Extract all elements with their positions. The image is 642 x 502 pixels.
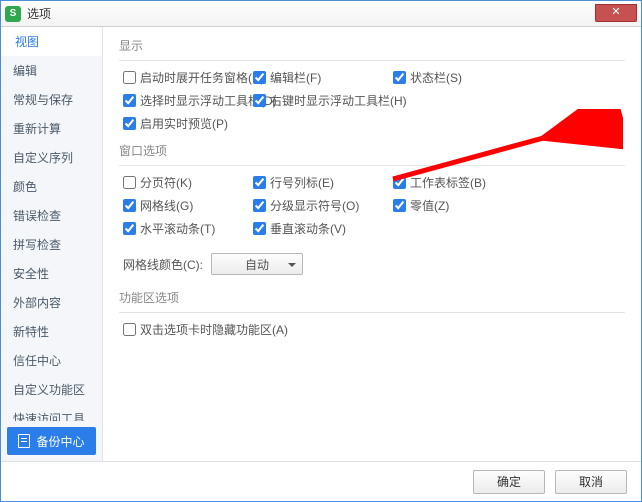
option-row_col_header[interactable]: 行号列标(E) xyxy=(253,174,393,191)
option-label: 水平滚动条(T) xyxy=(140,220,215,237)
option-label: 启动时展开任务窗格(U) xyxy=(140,69,265,86)
option-label: 行号列标(E) xyxy=(270,174,334,191)
checkbox-zero_values[interactable] xyxy=(393,199,406,212)
option-label: 分页符(K) xyxy=(140,174,192,191)
option-h_scroll[interactable]: 水平滚动条(T) xyxy=(123,220,253,237)
window-title: 选项 xyxy=(27,5,51,22)
option-label: 右键时显示浮动工具栏(H) xyxy=(270,92,407,109)
content-pane: 显示 启动时展开任务窗格(U) 编辑栏(F) 状态栏(S) 选择时显示浮动工具栏(D)… xyxy=(103,27,641,461)
section-title-window: 窗口选项 xyxy=(119,142,625,159)
option-page_break[interactable]: 分页符(K) xyxy=(123,174,253,191)
divider xyxy=(119,165,625,166)
checkbox-edit_bar[interactable] xyxy=(253,71,266,84)
option-gridlines[interactable]: 网格线(G) xyxy=(123,197,253,214)
document-icon xyxy=(18,434,30,448)
checkbox-rclick_float_toolbar[interactable] xyxy=(253,94,266,107)
window-options-grid: 分页符(K) 行号列标(E) 工作表标签(B) 网格线(G) 分级显示符号(O) 零值(Z… xyxy=(123,174,625,237)
option-sheet_tabs[interactable]: 工作表标签(B) xyxy=(393,174,543,191)
sidebar-item-3[interactable]: 重新计算 xyxy=(1,114,102,143)
dialog-footer: 确定 取消 xyxy=(1,461,641,501)
close-icon: ✕ xyxy=(611,7,620,18)
ribbon-options-grid: 双击选项卡时隐藏功能区(A) xyxy=(123,321,625,338)
sidebar-item-10[interactable]: 新特性 xyxy=(1,317,102,346)
display-options-grid: 启动时展开任务窗格(U)编辑栏(F)状态栏(S)选择时显示浮动工具栏(D)右键时… xyxy=(123,69,625,132)
backup-center-button[interactable]: 备份中心 xyxy=(7,427,96,455)
option-label: 零值(Z) xyxy=(410,197,449,214)
sidebar-item-5[interactable]: 颜色 xyxy=(1,172,102,201)
close-button[interactable]: ✕ xyxy=(595,4,637,22)
checkbox-sel_float_toolbar[interactable] xyxy=(123,94,136,107)
sidebar-item-7[interactable]: 拼写检查 xyxy=(1,230,102,259)
checkbox-outline_symbols[interactable] xyxy=(253,199,266,212)
checkbox-h_scroll[interactable] xyxy=(123,222,136,235)
option-status_bar[interactable]: 状态栏(S) xyxy=(393,69,543,86)
section-title-display: 显示 xyxy=(119,37,625,54)
backup-center-label: 备份中心 xyxy=(36,433,84,450)
option-label: 状态栏(S) xyxy=(410,69,462,86)
sidebar-item-11[interactable]: 信任中心 xyxy=(1,346,102,375)
checkbox-startup_taskpane[interactable] xyxy=(123,71,136,84)
ok-button[interactable]: 确定 xyxy=(473,470,545,494)
sidebar-item-9[interactable]: 外部内容 xyxy=(1,288,102,317)
option-label: 编辑栏(F) xyxy=(270,69,321,86)
option-label: 启用实时预览(P) xyxy=(140,115,228,132)
option-label: 分级显示符号(O) xyxy=(270,197,359,214)
divider xyxy=(119,312,625,313)
option-label: 网格线(G) xyxy=(140,197,193,214)
option-startup_taskpane[interactable]: 启动时展开任务窗格(U) xyxy=(123,69,253,86)
options-dialog: S 选项 ✕ 视图编辑常规与保存重新计算自定义序列颜色错误检查拼写检查安全性外部… xyxy=(0,0,642,502)
section-title-ribbon: 功能区选项 xyxy=(119,289,625,306)
sidebar-item-0[interactable]: 视图 xyxy=(1,27,102,56)
option-sel_float_toolbar[interactable]: 选择时显示浮动工具栏(D) xyxy=(123,92,253,109)
option-zero_values[interactable]: 零值(Z) xyxy=(393,197,543,214)
sidebar-item-8[interactable]: 安全性 xyxy=(1,259,102,288)
gridline-color-combo[interactable]: 自动 xyxy=(211,253,303,275)
option-label: 垂直滚动条(V) xyxy=(270,220,346,237)
sidebar: 视图编辑常规与保存重新计算自定义序列颜色错误检查拼写检查安全性外部内容新特性信任… xyxy=(1,27,103,461)
sidebar-item-13[interactable]: 快速访问工具栏 xyxy=(1,404,102,421)
cancel-button[interactable]: 取消 xyxy=(555,470,627,494)
titlebar: S 选项 ✕ xyxy=(1,1,641,27)
checkbox-realtime_preview[interactable] xyxy=(123,117,136,130)
checkbox-gridlines[interactable] xyxy=(123,199,136,212)
sidebar-item-1[interactable]: 编辑 xyxy=(1,56,102,85)
option-outline_symbols[interactable]: 分级显示符号(O) xyxy=(253,197,393,214)
option-label: 工作表标签(B) xyxy=(410,174,486,191)
sidebar-item-6[interactable]: 错误检查 xyxy=(1,201,102,230)
option-label: 双击选项卡时隐藏功能区(A) xyxy=(140,321,288,338)
sidebar-item-2[interactable]: 常规与保存 xyxy=(1,85,102,114)
gridline-color-label: 网格线颜色(C): xyxy=(123,256,203,273)
option-v_scroll[interactable]: 垂直滚动条(V) xyxy=(253,220,393,237)
app-icon: S xyxy=(5,6,21,22)
checkbox-v_scroll[interactable] xyxy=(253,222,266,235)
divider xyxy=(119,60,625,61)
checkbox-dblclick_hide_ribbon[interactable] xyxy=(123,323,136,336)
option-dblclick_hide_ribbon[interactable]: 双击选项卡时隐藏功能区(A) xyxy=(123,321,253,338)
checkbox-status_bar[interactable] xyxy=(393,71,406,84)
gridline-color-value: 自动 xyxy=(245,256,269,273)
checkbox-row_col_header[interactable] xyxy=(253,176,266,189)
option-rclick_float_toolbar[interactable]: 右键时显示浮动工具栏(H) xyxy=(253,92,393,109)
checkbox-page_break[interactable] xyxy=(123,176,136,189)
checkbox-sheet_tabs[interactable] xyxy=(393,176,406,189)
sidebar-item-4[interactable]: 自定义序列 xyxy=(1,143,102,172)
sidebar-item-12[interactable]: 自定义功能区 xyxy=(1,375,102,404)
option-edit_bar[interactable]: 编辑栏(F) xyxy=(253,69,393,86)
option-realtime_preview[interactable]: 启用实时预览(P) xyxy=(123,115,253,132)
